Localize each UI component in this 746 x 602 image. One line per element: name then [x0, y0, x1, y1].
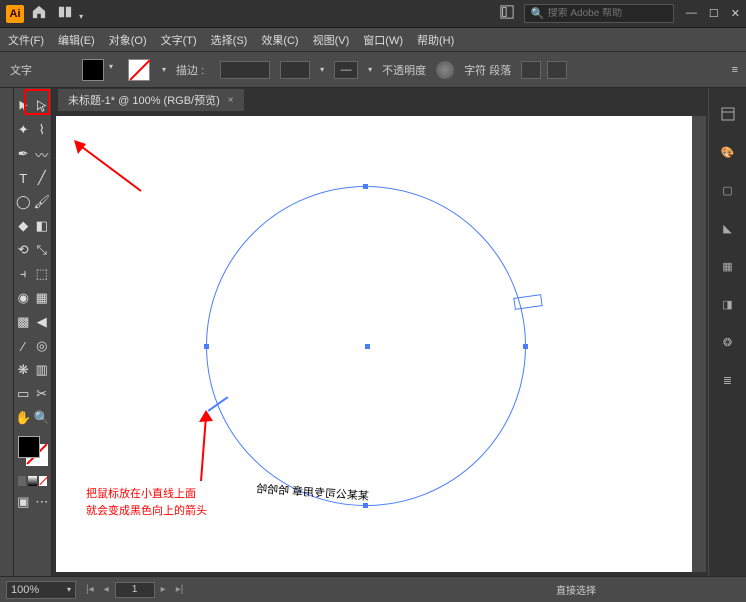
menu-object[interactable]: 对象(O) — [109, 32, 147, 48]
brushes-panel-icon[interactable]: ▦ — [718, 256, 738, 276]
color-mode-row[interactable] — [18, 476, 47, 486]
menu-bar: 文件(F) 编辑(E) 对象(O) 文字(T) 选择(S) 效果(C) 视图(V… — [0, 28, 746, 52]
brush-def[interactable]: — — [334, 61, 358, 79]
swatches-panel-icon[interactable]: ◣ — [718, 218, 738, 238]
perspective-tool[interactable]: ▦ — [33, 286, 52, 310]
gradient-tool[interactable]: ◀ — [33, 310, 52, 334]
page-number[interactable]: 1 — [115, 582, 155, 598]
menu-edit[interactable]: 编辑(E) — [58, 32, 95, 48]
annotation-text: 把鼠标放在小直线上面 就会变成黑色向上的箭头 — [86, 486, 207, 520]
anchor-right[interactable] — [523, 344, 528, 349]
artboard-tool[interactable]: ▭ — [14, 382, 33, 406]
layers-panel-icon[interactable]: ≣ — [718, 370, 738, 390]
last-page-button[interactable]: ▸| — [172, 584, 188, 595]
anchor-top[interactable] — [363, 184, 368, 189]
next-page-button[interactable]: ▸ — [157, 584, 170, 595]
document-tab[interactable]: 未标题-1* @ 100% (RGB/预览) × — [58, 89, 244, 111]
zoom-tool[interactable]: 🔍 — [33, 406, 52, 430]
status-bar: 100%▾ |◂ ◂ 1 ▸ ▸| 直接选择 — [0, 576, 746, 602]
width-tool[interactable]: ⫞ — [14, 262, 33, 286]
text-cursor-indicator — [513, 294, 542, 310]
stroke-weight[interactable] — [220, 61, 270, 79]
free-transform-tool[interactable]: ⬚ — [33, 262, 52, 286]
left-strip — [0, 88, 14, 576]
vertical-scrollbar[interactable] — [692, 116, 706, 572]
rotate-tool[interactable]: ⟲ — [14, 238, 33, 262]
menu-type[interactable]: 文字(T) — [161, 32, 197, 48]
mode-label: 文字 — [10, 62, 32, 78]
red-arrow-1 — [66, 136, 146, 196]
mesh-tool[interactable]: ▩ — [14, 310, 33, 334]
slice-tool[interactable]: ✂ — [33, 382, 52, 406]
shaper-tool[interactable]: ◆ — [14, 214, 33, 238]
eraser-tool[interactable]: ◧ — [33, 214, 52, 238]
eyedropper-tool[interactable]: ⁄ — [14, 334, 33, 358]
stroke-profile[interactable] — [280, 61, 310, 79]
home-icon[interactable] — [32, 5, 46, 22]
ellipse-tool[interactable]: ◯ — [14, 190, 33, 214]
zoom-selector[interactable]: 100%▾ — [6, 581, 76, 599]
properties-panel-icon[interactable] — [718, 104, 738, 124]
minimize-button[interactable]: — — [686, 7, 697, 20]
opacity-label: 不透明度 — [382, 62, 426, 78]
tools-panel: ✦ ⌇ ✒ 〰 T ╱ ◯ 🖌 ◆ ◧ ⟲ ⤡ ⫞ ⬚ ◉ ▦ — [14, 88, 52, 576]
anchor-left[interactable] — [204, 344, 209, 349]
magic-wand-tool[interactable]: ✦ — [14, 118, 33, 142]
char-para-label[interactable]: 字符 段落 — [464, 62, 511, 78]
highlight-box — [24, 89, 50, 115]
search-input[interactable] — [548, 8, 667, 19]
fill-swatch[interactable] — [82, 59, 104, 81]
app-logo: Ai — [6, 5, 24, 23]
scale-tool[interactable]: ⤡ — [33, 238, 52, 262]
menu-help[interactable]: 帮助(H) — [417, 32, 454, 48]
center-point — [365, 344, 370, 349]
doc-layout-icon[interactable] — [500, 5, 514, 22]
hand-tool[interactable]: ✋ — [14, 406, 33, 430]
current-tool-label: 直接选择 — [556, 582, 596, 597]
maximize-button[interactable]: ☐ — [709, 7, 719, 20]
prev-page-button[interactable]: ◂ — [100, 584, 113, 595]
symbols-panel-icon[interactable]: ❂ — [718, 332, 738, 352]
control-bar: 文字 ▾ 描边 : ▾ — ▾ 不透明度 字符 段落 ≡ — [0, 52, 746, 88]
lasso-tool[interactable]: ⌇ — [33, 118, 52, 142]
edit-toolbar[interactable]: ⋯ — [33, 490, 52, 514]
para-panel-icon[interactable] — [547, 61, 567, 79]
menu-window[interactable]: 窗口(W) — [363, 32, 403, 48]
graph-tool[interactable]: ▥ — [33, 358, 52, 382]
recolor-icon[interactable] — [436, 61, 454, 79]
search-icon: 🔍 — [531, 7, 545, 20]
pen-tool[interactable]: ✒ — [14, 142, 33, 166]
curvature-tool[interactable]: 〰 — [33, 142, 52, 166]
stroke-swatch[interactable] — [128, 59, 150, 81]
type-tool[interactable]: T — [14, 166, 33, 190]
stroke-label: 描边 : — [176, 62, 204, 78]
screen-mode[interactable]: ▣ — [14, 490, 33, 514]
symbol-tool[interactable]: ❋ — [14, 358, 33, 382]
panel-menu-icon[interactable]: ≡ — [732, 64, 736, 76]
stroke-panel-icon[interactable]: ◨ — [718, 294, 738, 314]
close-button[interactable]: ✕ — [731, 7, 740, 20]
fill-stroke-indicator[interactable] — [18, 436, 48, 466]
search-field[interactable]: 🔍 — [524, 4, 674, 23]
shape-builder-tool[interactable]: ◉ — [14, 286, 33, 310]
close-tab-icon[interactable]: × — [228, 95, 234, 106]
libraries-panel-icon[interactable]: ▢ — [718, 180, 738, 200]
blend-tool[interactable]: ◎ — [33, 334, 52, 358]
menu-effect[interactable]: 效果(C) — [261, 32, 298, 48]
paintbrush-tool[interactable]: 🖌 — [33, 190, 52, 214]
first-page-button[interactable]: |◂ — [82, 584, 98, 595]
workspace-switcher[interactable]: ▾ — [56, 5, 83, 22]
menu-file[interactable]: 文件(F) — [8, 32, 44, 48]
line-tool[interactable]: ╱ — [33, 166, 52, 190]
align-left-icon[interactable] — [521, 61, 541, 79]
red-arrow-2 — [171, 406, 231, 486]
doc-tab-title: 未标题-1* @ 100% (RGB/预览) — [68, 92, 220, 108]
color-panel-icon[interactable]: 🎨 — [718, 142, 738, 162]
menu-view[interactable]: 视图(V) — [313, 32, 350, 48]
menu-select[interactable]: 选择(S) — [211, 32, 248, 48]
canvas[interactable]: 某某公司专用章 哈哈哈 把鼠标放在小直线上面 就会变成黑色向上的箭头 — [56, 116, 692, 572]
right-panels: 🎨 ▢ ◣ ▦ ◨ ❂ ≣ — [708, 88, 746, 576]
